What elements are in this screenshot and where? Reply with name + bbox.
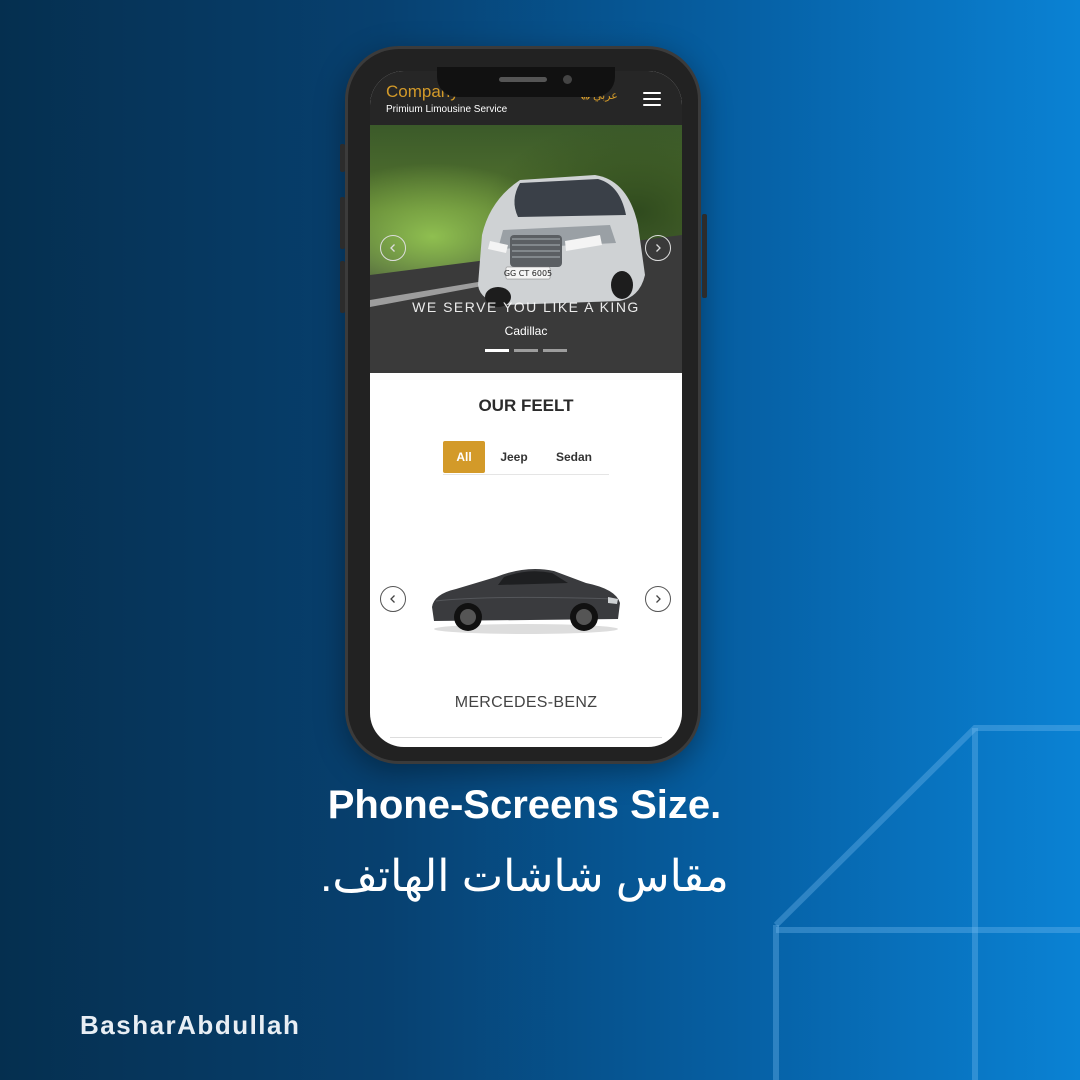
hero-indicator-2[interactable]	[514, 349, 538, 352]
tab-jeep[interactable]: Jeep	[485, 441, 543, 473]
caption-english: Phone-Screens Size.	[327, 783, 722, 827]
chevron-right-icon	[656, 244, 661, 252]
phone-notch	[437, 67, 615, 97]
phone-power-button	[702, 214, 707, 298]
phone-mockup: Company name Primium Limousine Service ع…	[340, 46, 707, 764]
fleet-filter-tabs: All Jeep Sedan	[443, 441, 609, 475]
fleet-section-title: OUR FEELT	[478, 396, 574, 415]
brand-signature: BasharAbdullah	[80, 1010, 301, 1040]
tab-all[interactable]: All	[443, 441, 485, 473]
hero-indicator-1[interactable]	[485, 349, 509, 352]
section-divider	[390, 737, 662, 738]
phone-volume-down	[340, 261, 345, 313]
hero-plate-text: GG CT 6005	[504, 269, 552, 278]
hero-subtitle: Cadillac	[504, 324, 548, 338]
hero-next-button[interactable]	[645, 235, 671, 261]
fleet-car-image	[432, 569, 620, 634]
hero-indicator-3[interactable]	[543, 349, 567, 352]
hero-indicators	[485, 349, 567, 352]
hamburger-menu-icon[interactable]	[643, 91, 663, 107]
phone-speaker	[499, 77, 547, 82]
hero-slogan: WE SERVE YOU LIKE A KING	[412, 299, 640, 315]
phone-volume-up	[340, 197, 345, 249]
fleet-next-button[interactable]	[645, 586, 671, 612]
phone-mute-switch	[340, 144, 345, 172]
chevron-left-icon	[390, 595, 395, 603]
phone-camera	[563, 75, 572, 84]
chevron-right-icon	[656, 595, 661, 603]
caption-arabic: مقاس شاشات الهاتف.	[320, 852, 729, 901]
chevron-left-icon	[390, 244, 395, 252]
company-tagline: Primium Limousine Service	[386, 104, 508, 115]
hero-prev-button[interactable]	[380, 235, 406, 261]
fleet-prev-button[interactable]	[380, 586, 406, 612]
tab-sedan[interactable]: Sedan	[543, 441, 605, 473]
fleet-car-name: MERCEDES-BENZ	[454, 694, 598, 711]
hero-carousel: GG CT 6005 WE SERVE YOU LIKE A KING Cadi…	[370, 125, 682, 373]
phone-screen: Company name Primium Limousine Service ع…	[370, 71, 682, 747]
